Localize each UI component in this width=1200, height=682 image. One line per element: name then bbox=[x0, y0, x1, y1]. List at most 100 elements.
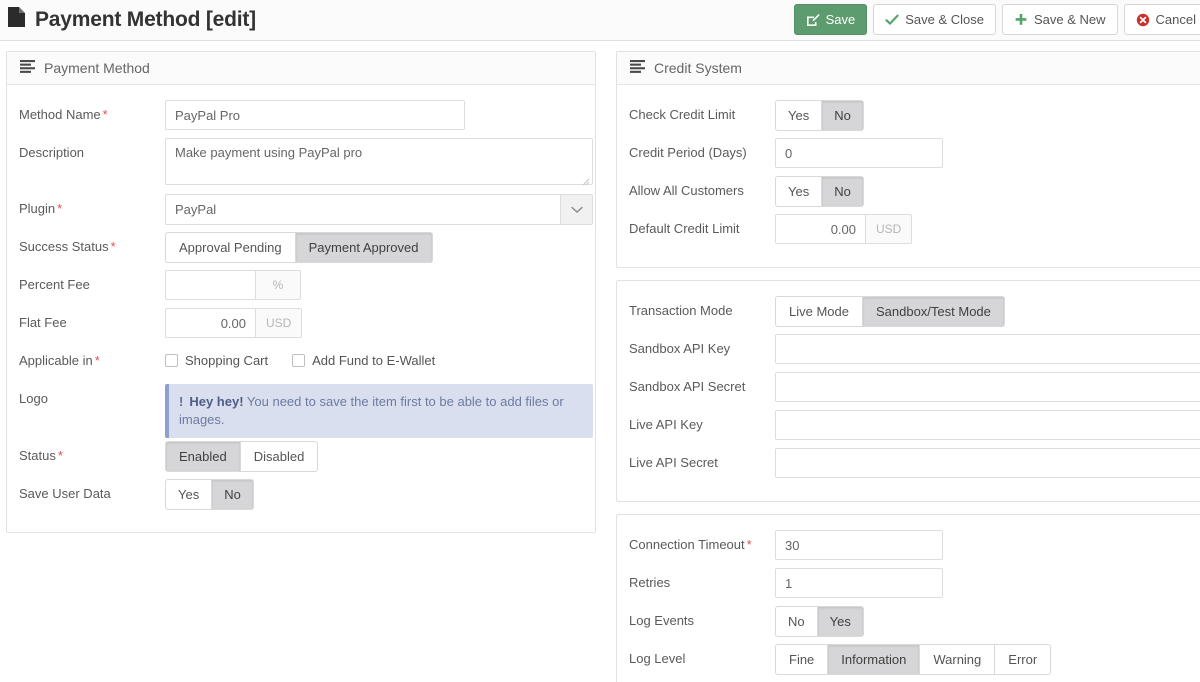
row-default-credit-limit: Default Credit Limit 0.00 USD bbox=[629, 213, 1200, 251]
content-columns: Payment Method Method Name* PayPal Pro bbox=[0, 41, 1200, 682]
connection-panel: Connection Timeout * 30 Retries 1 Log Ev… bbox=[616, 514, 1200, 682]
row-sandbox-api-key: Sandbox API Key bbox=[629, 333, 1200, 371]
row-credit-period: Credit Period (Days) 0 bbox=[629, 137, 1200, 175]
row-status: Status * Enabled Disabled bbox=[19, 440, 583, 478]
chevron-down-icon[interactable] bbox=[560, 195, 592, 224]
check-credit-limit-group: Yes No bbox=[775, 100, 864, 131]
transaction-mode-option-live[interactable]: Live Mode bbox=[775, 296, 862, 327]
sandbox-api-secret-input[interactable] bbox=[775, 372, 1200, 402]
default-credit-limit-label: Default Credit Limit bbox=[629, 221, 740, 236]
check-credit-limit-option-no[interactable]: No bbox=[821, 100, 864, 131]
credit-period-value: 0 bbox=[785, 145, 793, 161]
allow-all-customers-option-yes[interactable]: Yes bbox=[775, 176, 822, 207]
credit-period-label: Credit Period (Days) bbox=[629, 145, 747, 160]
row-logo: Logo ! Hey hey! You need to save the item… bbox=[19, 383, 593, 438]
toolbar: Save Save & Close Save & New Cancel bbox=[793, 4, 1200, 35]
applicable-in-label-text: Applicable in bbox=[19, 353, 93, 368]
transaction-mode-group: Live Mode Sandbox/Test Mode bbox=[775, 296, 1005, 327]
bars-icon bbox=[630, 60, 645, 76]
method-name-input[interactable]: PayPal Pro bbox=[165, 100, 465, 130]
default-credit-limit-input[interactable]: 0.00 bbox=[775, 214, 865, 244]
row-flat-fee: Flat Fee 0.00 USD bbox=[19, 307, 583, 345]
checkbox-shopping-cart-label: Shopping Cart bbox=[185, 353, 269, 368]
required-marker: * bbox=[102, 107, 108, 122]
status-option-disabled[interactable]: Disabled bbox=[239, 441, 319, 472]
save-button[interactable]: Save bbox=[793, 4, 868, 35]
payment-method-panel: Payment Method Method Name* PayPal Pro bbox=[6, 51, 596, 533]
checkbox-shopping-cart[interactable]: Shopping Cart bbox=[165, 353, 268, 368]
plus-icon bbox=[1014, 13, 1028, 27]
save-user-data-group: Yes No bbox=[165, 479, 254, 510]
page-header: Payment Method [edit] Save Save & Close bbox=[0, 0, 1200, 41]
log-events-option-no[interactable]: No bbox=[775, 606, 817, 637]
logo-label-text: Logo bbox=[19, 391, 48, 406]
description-textarea[interactable]: Make payment using PayPal pro bbox=[165, 138, 593, 186]
bars-icon bbox=[20, 60, 35, 76]
log-level-option-warning[interactable]: Warning bbox=[919, 644, 995, 675]
cancel-button[interactable]: Cancel bbox=[1123, 4, 1200, 35]
description-value: Make payment using PayPal pro bbox=[175, 145, 363, 160]
save-and-close-button[interactable]: Save & Close bbox=[873, 4, 996, 35]
payment-method-panel-body: Method Name * PayPal Pro Description Mak… bbox=[7, 85, 595, 532]
percent-fee-input[interactable] bbox=[165, 270, 255, 300]
applicable-in-checkboxes: Shopping Cart Add Fund to E-Wallet bbox=[165, 346, 583, 368]
status-label-text: Status bbox=[19, 448, 56, 463]
check-credit-limit-option-yes[interactable]: Yes bbox=[775, 100, 822, 131]
connection-timeout-value: 30 bbox=[785, 537, 800, 553]
save-and-new-button[interactable]: Save & New bbox=[1001, 4, 1118, 35]
flat-fee-input[interactable]: 0.00 bbox=[165, 308, 255, 338]
percent-fee-group: % bbox=[165, 270, 583, 300]
success-status-option-approval-pending[interactable]: Approval Pending bbox=[165, 232, 295, 263]
sandbox-api-secret-label: Sandbox API Secret bbox=[629, 379, 746, 394]
edit-square-icon bbox=[806, 13, 820, 27]
row-retries: Retries 1 bbox=[629, 567, 1200, 605]
connection-timeout-input[interactable]: 30 bbox=[775, 530, 943, 560]
document-icon bbox=[7, 6, 26, 34]
sandbox-api-key-label: Sandbox API Key bbox=[629, 341, 731, 356]
logo-label: Logo bbox=[19, 383, 165, 406]
description-label-text: Description bbox=[19, 145, 85, 160]
live-api-secret-input[interactable] bbox=[775, 448, 1200, 478]
row-sandbox-api-secret: Sandbox API Secret bbox=[629, 371, 1200, 409]
row-live-api-key: Live API Key bbox=[629, 409, 1200, 447]
row-live-api-secret: Live API Secret bbox=[629, 447, 1200, 485]
log-level-option-information[interactable]: Information bbox=[827, 644, 920, 675]
flat-fee-label-text: Flat Fee bbox=[19, 315, 67, 330]
transaction-mode-option-sandbox[interactable]: Sandbox/Test Mode bbox=[861, 296, 1005, 327]
resize-grip-icon[interactable] bbox=[581, 174, 590, 186]
required-marker: * bbox=[57, 201, 63, 216]
default-credit-limit-addon: USD bbox=[865, 214, 913, 244]
right-column: Credit System Check Credit Limit Yes No … bbox=[616, 51, 1200, 682]
flat-fee-group: 0.00 USD bbox=[165, 308, 583, 338]
applicable-in-label: Applicable in * bbox=[19, 345, 165, 368]
allow-all-customers-option-no[interactable]: No bbox=[821, 176, 864, 207]
checkbox-box-icon[interactable] bbox=[165, 354, 178, 367]
row-percent-fee: Percent Fee % bbox=[19, 269, 583, 307]
log-events-option-yes[interactable]: Yes bbox=[816, 606, 864, 637]
checkbox-add-fund-to-ewallet[interactable]: Add Fund to E-Wallet bbox=[292, 353, 435, 368]
method-name-label: Method Name * bbox=[19, 99, 165, 122]
save-user-data-option-yes[interactable]: Yes bbox=[165, 479, 212, 510]
save-user-data-option-no[interactable]: No bbox=[211, 479, 254, 510]
live-api-key-input[interactable] bbox=[775, 410, 1200, 440]
checkbox-box-icon[interactable] bbox=[292, 354, 306, 367]
transaction-panel: Transaction Mode Live Mode Sandbox/Test … bbox=[616, 280, 1200, 502]
exclamation-icon: ! bbox=[179, 394, 184, 409]
payment-method-panel-title: Payment Method bbox=[44, 60, 150, 76]
allow-all-customers-label: Allow All Customers bbox=[629, 183, 744, 198]
left-column: Payment Method Method Name* PayPal Pro bbox=[6, 51, 596, 545]
plugin-selected-value: PayPal bbox=[175, 202, 217, 217]
credit-system-panel-title: Credit System bbox=[654, 60, 742, 76]
log-level-option-error[interactable]: Error bbox=[994, 644, 1052, 675]
success-status-label: Success Status * bbox=[19, 231, 165, 254]
credit-period-input[interactable]: 0 bbox=[775, 138, 943, 168]
sandbox-api-key-input[interactable] bbox=[775, 334, 1200, 364]
log-level-option-fine[interactable]: Fine bbox=[775, 644, 828, 675]
page-title-text: Payment Method [edit] bbox=[35, 8, 256, 31]
default-credit-limit-group: 0.00 USD bbox=[775, 214, 1200, 244]
success-status-option-payment-approved[interactable]: Payment Approved bbox=[294, 232, 433, 263]
log-events-label: Log Events bbox=[629, 613, 695, 628]
retries-input[interactable]: 1 bbox=[775, 568, 943, 598]
status-option-enabled[interactable]: Enabled bbox=[165, 441, 240, 472]
plugin-select[interactable]: PayPal bbox=[165, 194, 593, 225]
